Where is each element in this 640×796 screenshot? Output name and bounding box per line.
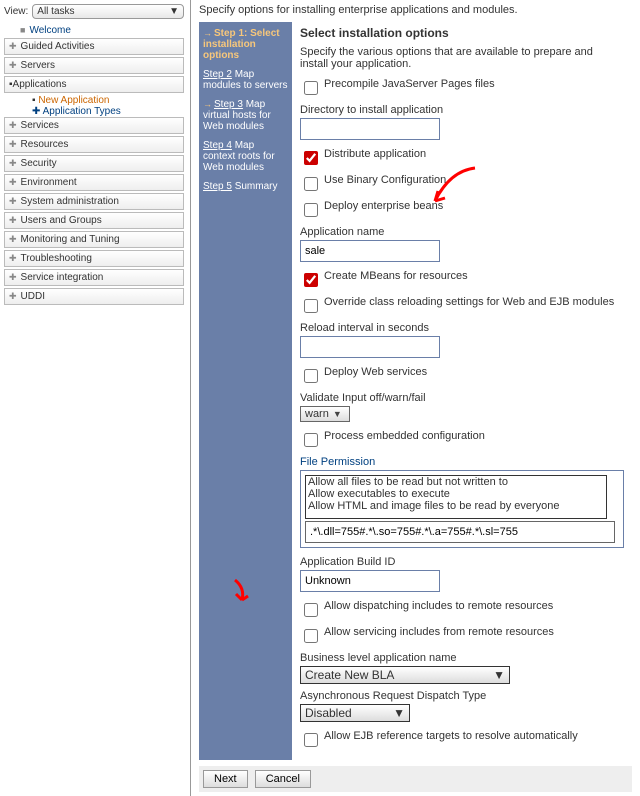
nav-resources[interactable]: ✚Resources: [4, 136, 184, 153]
bla-label: Business level application name: [300, 652, 624, 664]
nav-security[interactable]: ✚Security: [4, 155, 184, 172]
nav-monitoring[interactable]: ✚Monitoring and Tuning: [4, 231, 184, 248]
ejb-ref-checkbox[interactable]: [304, 733, 318, 747]
chevron-down-icon: ▼: [169, 6, 179, 17]
nav-service-int[interactable]: ✚Service integration: [4, 269, 184, 286]
nav-new-application[interactable]: ▪ New Application: [4, 95, 184, 106]
distribute-label: Distribute application: [324, 148, 426, 160]
dispatching-label: Allow dispatching includes to remote res…: [324, 600, 553, 612]
step-5[interactable]: Step 5 Summary: [203, 181, 288, 192]
nav-welcome[interactable]: ■Welcome: [4, 23, 184, 38]
override-label: Override class reloading settings for We…: [324, 296, 614, 308]
servicing-checkbox[interactable]: [304, 629, 318, 643]
precompile-label: Precompile JavaServer Pages files: [324, 78, 495, 90]
step-1: →Step 1: Select installation options: [203, 28, 288, 61]
fp-option-0[interactable]: Allow all files to be read but not writt…: [306, 476, 606, 488]
embedded-checkbox[interactable]: [304, 433, 318, 447]
fp-pattern-input[interactable]: [305, 521, 615, 543]
nav-servers[interactable]: ✚Servers: [4, 57, 184, 74]
override-checkbox[interactable]: [304, 299, 318, 313]
step-3[interactable]: →Step 3 Map virtual hosts for Web module…: [203, 99, 288, 132]
ejb-ref-label: Allow EJB reference targets to resolve a…: [324, 730, 578, 742]
nav-sysadmin[interactable]: ✚System administration: [4, 193, 184, 210]
deploy-ws-label: Deploy Web services: [324, 366, 427, 378]
chevron-down-icon: ▼: [333, 409, 342, 419]
build-input[interactable]: [300, 570, 440, 592]
binary-checkbox[interactable]: [304, 177, 318, 191]
nav-applications[interactable]: ▪Applications: [4, 76, 184, 93]
nav-uddi[interactable]: ✚UDDI: [4, 288, 184, 305]
page-description: Specify options for installing enterpris…: [199, 4, 632, 16]
form-area: Select installation options Specify the …: [292, 22, 632, 760]
cancel-button[interactable]: Cancel: [255, 770, 311, 788]
step-2[interactable]: Step 2 Map modules to servers: [203, 69, 288, 91]
wizard-buttons: Next Cancel: [199, 766, 632, 792]
left-nav: View: All tasks ▼ ■Welcome ✚Guided Activ…: [0, 0, 190, 796]
build-label: Application Build ID: [300, 556, 624, 568]
fp-option-1[interactable]: Allow executables to execute: [306, 488, 606, 500]
chevron-down-icon: ▼: [393, 706, 405, 720]
fp-fieldset: Allow all files to be read but not writt…: [300, 470, 624, 548]
form-title: Select installation options: [300, 26, 624, 40]
async-select[interactable]: Disabled▼: [300, 704, 410, 722]
servicing-label: Allow servicing includes from remote res…: [324, 626, 554, 638]
fp-label: File Permission: [300, 456, 624, 468]
nav-application-types[interactable]: ✚ Application Types: [4, 106, 184, 117]
nav-troubleshooting[interactable]: ✚Troubleshooting: [4, 250, 184, 267]
reload-input[interactable]: [300, 336, 440, 358]
nav-environment[interactable]: ✚Environment: [4, 174, 184, 191]
appname-label: Application name: [300, 226, 624, 238]
validate-label: Validate Input off/warn/fail: [300, 392, 624, 404]
view-select-value: All tasks: [37, 6, 74, 17]
binary-label: Use Binary Configuration: [324, 174, 446, 186]
step-4[interactable]: Step 4 Map context roots for Web modules: [203, 140, 288, 173]
async-label: Asynchronous Request Dispatch Type: [300, 690, 624, 702]
mbeans-checkbox[interactable]: [304, 273, 318, 287]
reload-label: Reload interval in seconds: [300, 322, 624, 334]
main-content: Specify options for installing enterpris…: [190, 0, 640, 796]
fp-listbox[interactable]: Allow all files to be read but not writt…: [305, 475, 607, 519]
next-button[interactable]: Next: [203, 770, 248, 788]
form-intro: Specify the various options that are ava…: [300, 46, 624, 70]
view-label: View:: [4, 6, 28, 17]
deploy-ws-checkbox[interactable]: [304, 369, 318, 383]
mbeans-label: Create MBeans for resources: [324, 270, 468, 282]
precompile-checkbox[interactable]: [304, 81, 318, 95]
deploy-ejb-label: Deploy enterprise beans: [324, 200, 443, 212]
bla-select[interactable]: Create New BLA▼: [300, 666, 510, 684]
nav-services[interactable]: ✚Services: [4, 117, 184, 134]
dispatching-checkbox[interactable]: [304, 603, 318, 617]
fp-option-2[interactable]: Allow HTML and image files to be read by…: [306, 500, 606, 512]
distribute-checkbox[interactable]: [304, 151, 318, 165]
validate-select[interactable]: warn▼: [300, 406, 350, 422]
dir-input[interactable]: [300, 118, 440, 140]
chevron-down-icon: ▼: [493, 668, 505, 682]
wizard-steps: →Step 1: Select installation options Ste…: [199, 22, 292, 760]
appname-input[interactable]: [300, 240, 440, 262]
view-select[interactable]: All tasks ▼: [32, 4, 184, 19]
nav-users[interactable]: ✚Users and Groups: [4, 212, 184, 229]
nav-guided[interactable]: ✚Guided Activities: [4, 38, 184, 55]
embedded-label: Process embedded configuration: [324, 430, 485, 442]
dir-label: Directory to install application: [300, 104, 624, 116]
deploy-ejb-checkbox[interactable]: [304, 203, 318, 217]
